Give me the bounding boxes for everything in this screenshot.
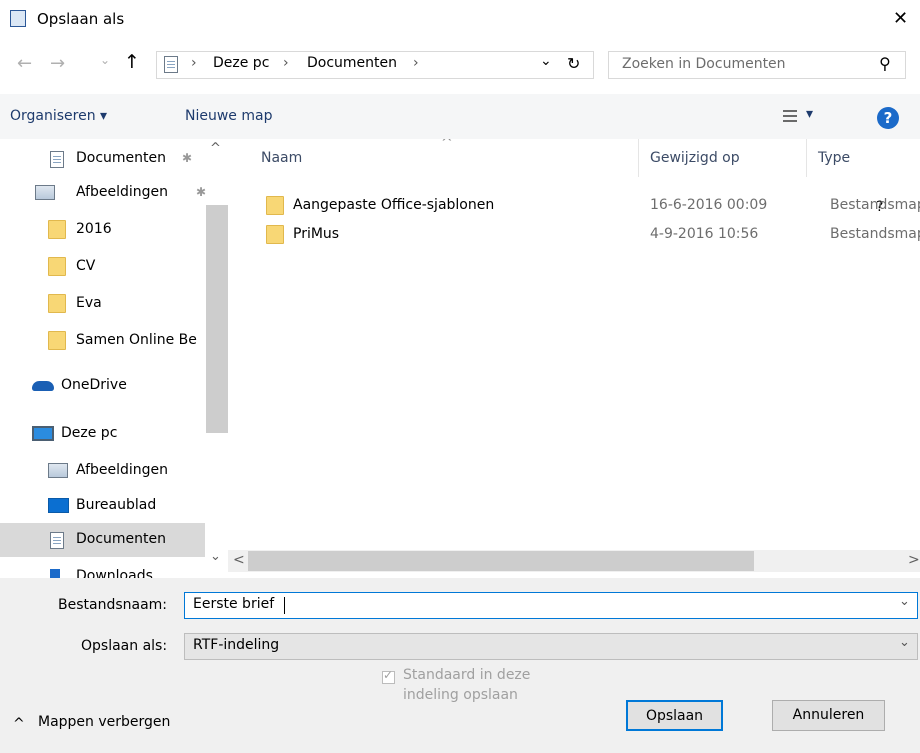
savetype-select[interactable]: RTF-indeling ⌄: [184, 633, 918, 660]
back-icon[interactable]: ←: [17, 53, 32, 74]
pin-icon[interactable]: ✱: [182, 151, 192, 165]
forward-icon[interactable]: →: [50, 53, 65, 74]
chevron-down-icon[interactable]: ⌄: [899, 635, 910, 650]
filename-input[interactable]: Eerste brief: [193, 596, 274, 612]
documents-icon: [50, 532, 64, 549]
file-modified: 4-9-2016 10:56: [650, 226, 759, 242]
breadcrumb-item[interactable]: Documenten: [307, 55, 397, 71]
command-bar: Organiseren ▾ Nieuwe map ▾ ?: [0, 94, 920, 215]
pictures-icon: [35, 185, 55, 200]
column-divider: [806, 139, 807, 177]
folder-icon: [266, 225, 284, 244]
folder-icon: [48, 220, 66, 239]
sort-indicator-icon: ^: [441, 139, 453, 151]
sidebar-item-bureaublad[interactable]: Bureaublad: [0, 489, 205, 523]
save-button[interactable]: Opslaan: [626, 700, 723, 731]
pictures-icon: [48, 463, 68, 478]
hide-folders-button[interactable]: Mappen verbergen: [38, 714, 170, 730]
help-icon[interactable]: ?: [877, 107, 899, 129]
recent-locations-icon[interactable]: ⌄: [100, 53, 110, 67]
sidebar-item-cv[interactable]: CV: [0, 250, 205, 284]
organize-menu[interactable]: Organiseren ▾: [10, 108, 107, 124]
sidebar-item-2016[interactable]: 2016: [0, 213, 205, 247]
column-header-modified[interactable]: Gewijzigd op: [650, 150, 740, 166]
new-folder-button[interactable]: Nieuwe map: [185, 108, 272, 124]
sidebar-item-downloads[interactable]: Downloads: [0, 560, 205, 578]
folder-icon: [48, 257, 66, 276]
view-dropdown-icon[interactable]: ▾: [806, 106, 813, 122]
navigation-bar: ← → ⌄ ↑ › Deze pc › Documenten › ⌄ ↻ Zoe…: [0, 38, 920, 94]
column-divider: [638, 139, 639, 177]
downloads-icon: [50, 569, 60, 578]
file-row[interactable]: PriMus 4-9-2016 10:56 Bestandsmap: [228, 222, 920, 248]
onedrive-icon: [32, 381, 54, 391]
savetype-value: RTF-indeling: [193, 637, 280, 653]
address-bar[interactable]: › Deze pc › Documenten › ⌄ ↻: [156, 51, 594, 79]
folder-icon: [48, 294, 66, 313]
check-icon: ✓: [383, 668, 394, 682]
pin-icon[interactable]: ✱: [196, 185, 206, 199]
search-icon[interactable]: ⚲: [879, 54, 891, 73]
documents-icon: [50, 151, 64, 168]
horizontal-scrollbar-thumb[interactable]: [248, 551, 754, 571]
column-header-type[interactable]: Type: [818, 150, 850, 166]
file-name: Aangepaste Office-sjablonen: [293, 197, 495, 213]
pc-icon: [32, 426, 54, 441]
default-format-checkbox[interactable]: ✓: [382, 668, 395, 684]
breadcrumb-separator: ›: [413, 55, 419, 71]
window-title: Opslaan als: [37, 10, 125, 28]
save-form: Bestandsnaam: Eerste brief ⌄ Opslaan als…: [0, 578, 920, 753]
sidebar-scroll-down-icon[interactable]: ⌄: [210, 549, 221, 564]
address-dropdown-icon[interactable]: ⌄: [540, 53, 552, 69]
up-icon[interactable]: ↑: [124, 51, 140, 73]
filename-label: Bestandsnaam:: [58, 597, 168, 613]
savetype-label: Opslaan als:: [81, 638, 168, 654]
sidebar-item-documenten[interactable]: Documenten ✱: [0, 142, 205, 176]
sidebar-scrollbar-thumb[interactable]: [206, 205, 228, 433]
view-options-icon[interactable]: [783, 110, 797, 122]
file-name: PriMus: [293, 226, 340, 242]
folder-icon: [48, 331, 66, 350]
sidebar-scroll-up-icon[interactable]: ^: [210, 141, 221, 156]
horizontal-scrollbar[interactable]: < >: [228, 550, 920, 572]
search-input[interactable]: Zoeken in Documenten: [622, 56, 786, 72]
breadcrumb-separator: ›: [191, 55, 197, 71]
breadcrumb-item[interactable]: Deze pc: [213, 55, 269, 71]
breadcrumb-separator: ›: [283, 55, 289, 71]
scroll-left-icon[interactable]: <: [233, 552, 245, 568]
navigation-pane[interactable]: Documenten ✱ Afbeeldingen ✱ 2016 CV Eva …: [0, 139, 228, 578]
sidebar-item-eva[interactable]: Eva: [0, 287, 205, 321]
documents-icon: [164, 56, 178, 73]
app-icon: [10, 10, 26, 27]
sidebar-item-afbeeldingen[interactable]: Afbeeldingen ✱: [0, 176, 206, 210]
scroll-right-icon[interactable]: >: [908, 552, 920, 568]
file-modified: 16-6-2016 00:09: [650, 197, 768, 213]
sidebar-item-onedrive[interactable]: OneDrive: [0, 369, 205, 403]
chevron-down-icon[interactable]: ⌄: [899, 594, 910, 609]
sidebar-item-documenten-pc[interactable]: Documenten: [0, 523, 205, 557]
cancel-button[interactable]: Annuleren: [772, 700, 885, 731]
checkbox-label-line1: Standaard in deze: [403, 667, 531, 683]
file-type: Bestandsmap: [830, 226, 920, 242]
filename-field[interactable]: Eerste brief ⌄: [184, 592, 918, 619]
close-icon[interactable]: ✕: [893, 8, 908, 29]
folder-icon: [266, 196, 284, 215]
file-type: Bestandsmap: [830, 197, 920, 213]
desktop-icon: [48, 498, 69, 513]
column-header-name[interactable]: Naam: [261, 150, 302, 166]
checkbox-label-line2: indeling opslaan: [403, 687, 518, 703]
title-bar: Opslaan als ✕: [0, 0, 920, 38]
file-list[interactable]: ^ Naam Gewijzigd op Type Aangepaste Offi…: [228, 139, 920, 550]
sidebar-item-afbeeldingen-pc[interactable]: Afbeeldingen: [0, 454, 205, 488]
refresh-icon[interactable]: ↻: [567, 54, 580, 73]
search-box[interactable]: Zoeken in Documenten ⚲: [608, 51, 906, 79]
sidebar-item-samen-online[interactable]: Samen Online Be: [0, 324, 205, 358]
text-cursor: [284, 597, 285, 614]
hide-folders-chevron-icon[interactable]: ^: [13, 716, 25, 732]
sidebar-item-deze-pc[interactable]: Deze pc: [0, 417, 205, 451]
file-row[interactable]: Aangepaste Office-sjablonen 16-6-2016 00…: [228, 193, 920, 219]
